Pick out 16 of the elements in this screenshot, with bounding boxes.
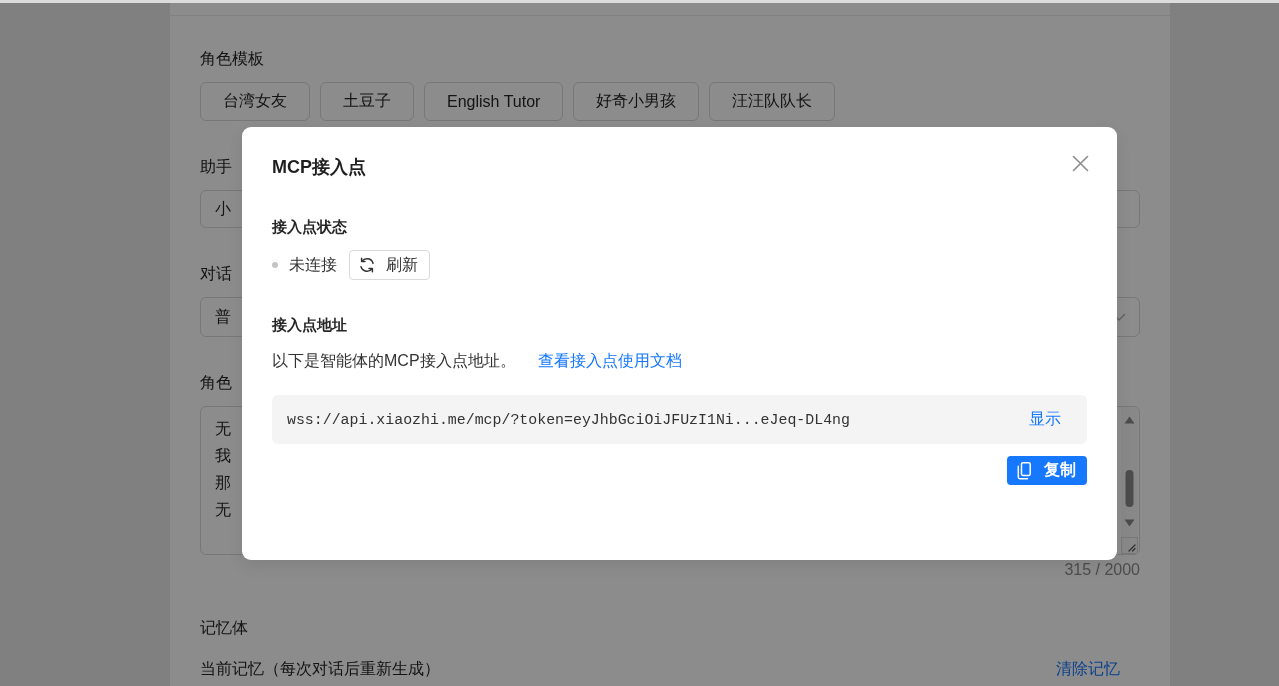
textarea-text: 无 我 那 无	[215, 419, 231, 520]
char-counter: 315 / 2000	[1064, 560, 1140, 580]
field-label: 角色	[200, 373, 232, 393]
memory-label: 当前记忆（每次对话后重新生成）	[200, 659, 440, 679]
input-value: 小	[215, 199, 231, 219]
section-heading: 接入点状态	[272, 217, 347, 237]
status-text: 未连接	[289, 255, 337, 275]
section-label: 角色模板	[200, 49, 264, 69]
address-text: wss://api.xiaozhi.me/mcp/?token=eyJhbGciOiJFUzI1Ni...eJeq-DL4ng	[287, 411, 850, 428]
address-description: 以下是智能体的MCP接入点地址。	[272, 351, 516, 371]
section-heading: 接入点地址	[272, 315, 347, 335]
field-label: 助手	[200, 157, 232, 177]
select-value: 普	[215, 307, 231, 327]
modal-title: MCP接入点	[272, 156, 366, 179]
field-label: 对话	[200, 264, 232, 284]
section-label: 记忆体	[200, 618, 248, 638]
